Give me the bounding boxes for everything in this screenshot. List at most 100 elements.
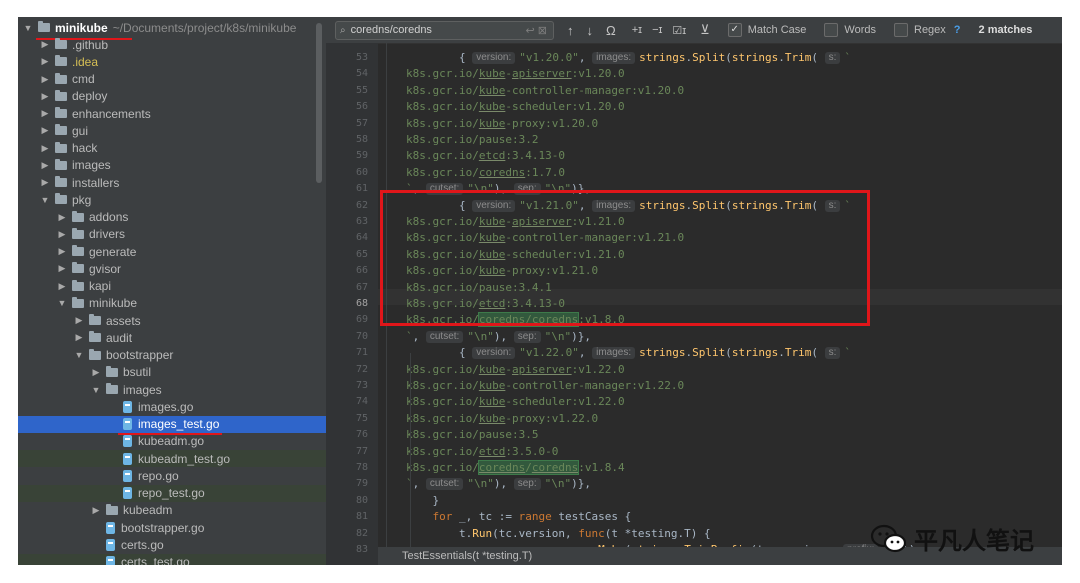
tree-folder-item[interactable]: ▶ audit [18,329,326,346]
tree-file-item[interactable]: images_test.go [18,415,326,433]
chevron-right-icon[interactable]: ▶ [39,108,51,119]
tree-folder-item[interactable]: ▶ deploy [18,88,326,105]
tree-file-item[interactable]: kubeadm.go [18,433,326,450]
regex-option[interactable]: Regex [894,23,946,37]
tree-scrollbar[interactable] [316,23,322,183]
tree-file-item[interactable]: kubeadm_test.go [18,450,326,467]
tree-folder-item[interactable]: ▶ kubeadm [18,502,326,519]
tree-file-item[interactable]: images.go [18,398,326,415]
tree-folder-item[interactable]: ▶ images [18,157,326,174]
chevron-right-icon[interactable]: ▶ [39,125,51,136]
chevron-right-icon[interactable]: ▶ [90,505,102,516]
code-line[interactable]: k8s.gcr.io/kube-controller-manager:v1.20… [406,83,684,99]
chevron-down-icon[interactable]: ▼ [56,298,68,308]
line-number: 79 [355,478,368,490]
tree-folder-item[interactable]: ▶ enhancements [18,105,326,122]
tree-folder-item[interactable]: ▼ pkg [18,191,326,208]
tree-folder-item[interactable]: ▶ cmd [18,71,326,88]
words-option[interactable]: Words [824,23,876,37]
words-checkbox[interactable] [824,23,839,37]
tree-folder-item[interactable]: ▶ drivers [18,226,326,243]
tree-folder-item[interactable]: ▼ minikube [18,295,326,312]
code-line[interactable]: t.Run(tc.version, func(t *testing.T) { [406,526,711,542]
remove-occurrence-icon[interactable]: −ɪ [652,24,662,36]
chevron-right-icon[interactable]: ▶ [39,177,51,188]
tree-folder-item[interactable]: ▶ assets [18,312,326,329]
folder-icon [55,38,67,49]
regex-checkbox[interactable] [894,23,908,37]
chevron-right-icon[interactable]: ▶ [39,143,51,154]
chevron-right-icon[interactable]: ▶ [90,367,102,378]
code-line[interactable]: k8s.gcr.io/coredns:1.7.0 [406,165,565,181]
chevron-right-icon[interactable]: ▶ [39,74,51,85]
project-tree[interactable]: ▼ minikube ~/Documents/project/k8s/minik… [18,17,326,565]
match-case-option[interactable]: ✓ Match Case [727,23,806,37]
tree-file-item[interactable]: repo_test.go [18,484,326,502]
line-number: 59 [355,150,368,162]
code-line[interactable]: k8s.gcr.io/kube-controller-manager:v1.22… [406,378,684,394]
add-occurrence-icon[interactable]: +ɪ [632,24,642,36]
chevron-right-icon[interactable]: ▶ [56,212,68,223]
code-line[interactable]: k8s.gcr.io/kube-proxy:v1.20.0 [406,116,598,132]
tree-folder-item[interactable]: ▶ gui [18,122,326,139]
chevron-down-icon[interactable]: ▼ [39,195,51,205]
go-file-icon [123,469,132,482]
tree-root[interactable]: ▼ minikube ~/Documents/project/k8s/minik… [18,19,326,36]
tree-item-label: installers [72,175,120,190]
tree-folder-item[interactable]: ▶ generate [18,243,326,260]
tree-folder-item[interactable]: ▶ addons [18,209,326,226]
chevron-right-icon[interactable]: ▶ [56,246,68,257]
code-line[interactable]: { version: "v1.22.0", images: strings.Spli… [406,345,851,361]
code-line[interactable]: k8s.gcr.io/etcd:3.5.0-0 [406,444,558,460]
chevron-right-icon[interactable]: ▶ [56,281,68,292]
tree-item-label: gvisor [89,261,122,276]
tree-folder-item[interactable]: ▶ hack [18,140,326,157]
chevron-right-icon[interactable]: ▶ [56,263,68,274]
tree-file-item[interactable]: bootstrapper.go [18,519,326,536]
code-line[interactable]: { version: "v1.20.0", images: strings.Spli… [406,50,851,66]
code-line[interactable]: k8s.gcr.io/etcd:3.4.13-0 [406,148,565,164]
tree-folder-item[interactable]: ▶ bsutil [18,364,326,381]
tree-folder-item[interactable]: ▶ installers [18,174,326,191]
search-input[interactable]: ⌕ coredns/coredns ↩ ⊠ [335,20,554,40]
tree-file-item[interactable]: repo.go [18,467,326,484]
chevron-right-icon[interactable]: ▶ [73,315,85,326]
code-line[interactable]: for _, tc := range testCases { [406,509,632,525]
tree-folder-item[interactable]: ▶ .idea [18,53,326,70]
code-line[interactable]: k8s.gcr.io/kube-scheduler:v1.22.0 [406,394,625,410]
regex-help-link[interactable]: ? [954,24,961,36]
tree-file-item[interactable]: certs.go [18,536,326,553]
chevron-down-icon[interactable]: ▼ [90,385,102,395]
chevron-right-icon[interactable]: ▶ [39,56,51,67]
chevron-right-icon[interactable]: ▶ [39,91,51,102]
code-line[interactable]: `, cutset:"\n"), sep:"\n")}, [406,329,591,345]
code-line[interactable]: k8s.gcr.io/pause:3.5 [406,427,538,443]
code-line[interactable]: k8s.gcr.io/pause:3.2 [406,132,538,148]
match-case-checkbox[interactable]: ✓ [727,23,742,37]
folder-icon [89,314,101,325]
previous-match-icon[interactable]: ↑ [567,23,574,38]
tree-folder-item[interactable]: ▶ .github [18,36,326,53]
code-line[interactable]: `, cutset:"\n"), sep:"\n")}, [406,476,591,492]
tree-folder-item[interactable]: ▼ images [18,381,326,398]
tree-file-item[interactable]: certs_test.go [18,553,326,565]
chevron-right-icon[interactable]: ▶ [73,332,85,343]
tree-folder-item[interactable]: ▶ kapi [18,278,326,295]
clear-icon[interactable]: ↩ ⊠ [526,24,548,37]
code-line[interactable]: k8s.gcr.io/coredns/coredns:v1.8.4 [406,460,625,476]
code-line[interactable]: k8s.gcr.io/kube-apiserver:v1.20.0 [406,66,625,82]
filter-icon[interactable]: ⊻ [700,22,710,38]
tree-folder-item[interactable]: ▶ gvisor [18,260,326,277]
tree-folder-item[interactable]: ▼ bootstrapper [18,347,326,364]
next-match-icon[interactable]: ↓ [587,23,594,38]
code-line[interactable]: k8s.gcr.io/kube-proxy:v1.22.0 [406,411,598,427]
chevron-right-icon[interactable]: ▶ [56,229,68,240]
code-line[interactable]: k8s.gcr.io/kube-apiserver:v1.22.0 [406,362,625,378]
find-in-files-icon[interactable]: Ω [606,23,616,38]
select-all-occurrences-icon[interactable]: ☑ɪ [672,24,686,37]
chevron-right-icon[interactable]: ▶ [39,160,51,171]
chevron-down-icon[interactable]: ▼ [22,23,34,33]
chevron-right-icon[interactable]: ▶ [39,39,51,50]
code-line[interactable]: k8s.gcr.io/kube-scheduler:v1.20.0 [406,99,625,115]
chevron-down-icon[interactable]: ▼ [73,350,85,360]
